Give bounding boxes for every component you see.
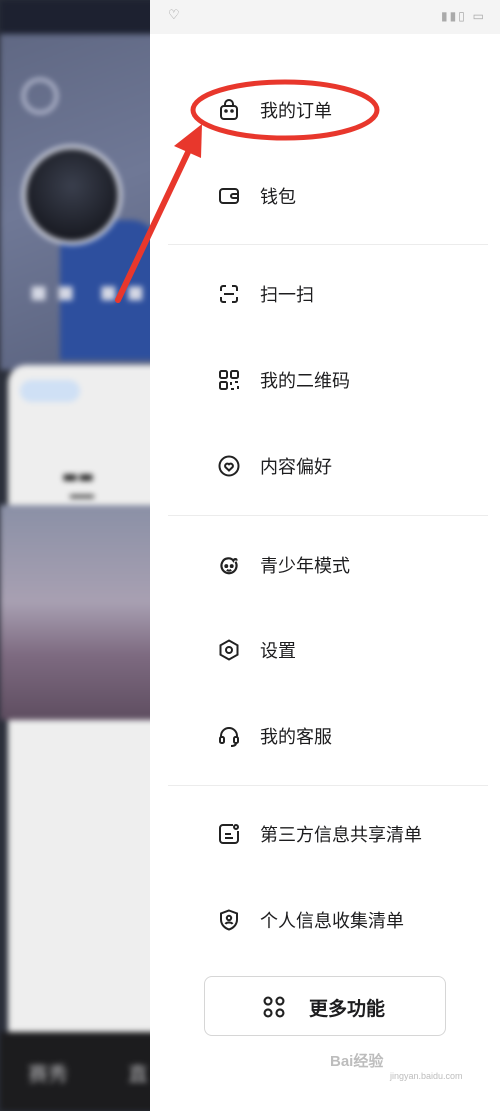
menu-item-label: 扫一扫 (260, 285, 314, 306)
menu-item-label: 我的二维码 (260, 371, 350, 392)
menu-item-settings[interactable]: 设置 (150, 622, 500, 678)
grid-icon (261, 994, 287, 1020)
menu-item-label: 钱包 (260, 187, 296, 208)
qr-code-icon (216, 367, 242, 393)
menu-item-content-preferences[interactable]: 内容偏好 (150, 438, 500, 494)
menu-item-label: 我的客服 (260, 727, 332, 748)
more-functions-label: 更多功能 (309, 998, 386, 1020)
wallet-icon (216, 183, 242, 209)
background-settings-icon (22, 78, 58, 114)
background-photo (0, 505, 160, 720)
settings-hexagon-icon (216, 637, 242, 663)
shared-list-icon (216, 821, 242, 847)
background-stats: ■■ ■■ (30, 282, 154, 303)
shopping-bag-icon (216, 97, 242, 123)
headset-icon (216, 723, 242, 749)
menu-item-personal-info-list[interactable]: 个人信息收集清单 (150, 892, 500, 948)
menu-item-label: 青少年模式 (260, 556, 350, 577)
divider (168, 515, 488, 516)
background-tab-underline (70, 495, 94, 498)
side-drawer: ♡ ▮▮▯ ▭ 我的订单 钱包 扫一扫 我的二维码 内容偏好 青少年模式 设置 … (150, 0, 500, 1111)
watermark-text: Bai经验 (330, 1053, 384, 1070)
menu-item-wallet[interactable]: 钱包 (150, 168, 500, 224)
menu-item-label: 个人信息收集清单 (260, 911, 404, 932)
status-battery-icon: ▮▮▯ ▭ (441, 9, 486, 23)
kid-face-icon (216, 552, 242, 578)
avatar (22, 145, 122, 245)
divider (168, 785, 488, 786)
menu-item-my-orders[interactable]: 我的订单 (150, 82, 500, 138)
status-bar: ♡ ▮▮▯ ▭ (150, 0, 500, 34)
bottom-tab-label: 直 (128, 1062, 148, 1086)
background-bottom-nav: 赛秀 直 (0, 1032, 160, 1111)
bottom-tab-label: 赛秀 (28, 1062, 68, 1086)
menu-item-label: 第三方信息共享清单 (260, 825, 422, 846)
menu-item-scan[interactable]: 扫一扫 (150, 266, 500, 322)
menu-item-customer-service[interactable]: 我的客服 (150, 708, 500, 764)
background-chip (20, 380, 80, 402)
watermark: Bai经验 jingyan.baidu.com (330, 1050, 463, 1081)
scan-icon (216, 281, 242, 307)
background-tab-works: ▬▬ (62, 467, 95, 487)
menu-item-label: 我的订单 (260, 101, 332, 122)
menu-item-teen-mode[interactable]: 青少年模式 (150, 537, 500, 593)
menu-item-my-qr-code[interactable]: 我的二维码 (150, 352, 500, 408)
watermark-sub: jingyan.baidu.com (390, 1071, 463, 1081)
shield-user-icon (216, 907, 242, 933)
menu-item-label: 内容偏好 (260, 457, 332, 478)
status-signal-icon: ♡ (168, 8, 180, 23)
menu-item-label: 设置 (260, 641, 296, 662)
menu-item-third-party-sharing-list[interactable]: 第三方信息共享清单 (150, 806, 500, 862)
more-functions-button[interactable]: 更多功能 (204, 976, 446, 1036)
heart-icon (216, 453, 242, 479)
divider (168, 244, 488, 245)
